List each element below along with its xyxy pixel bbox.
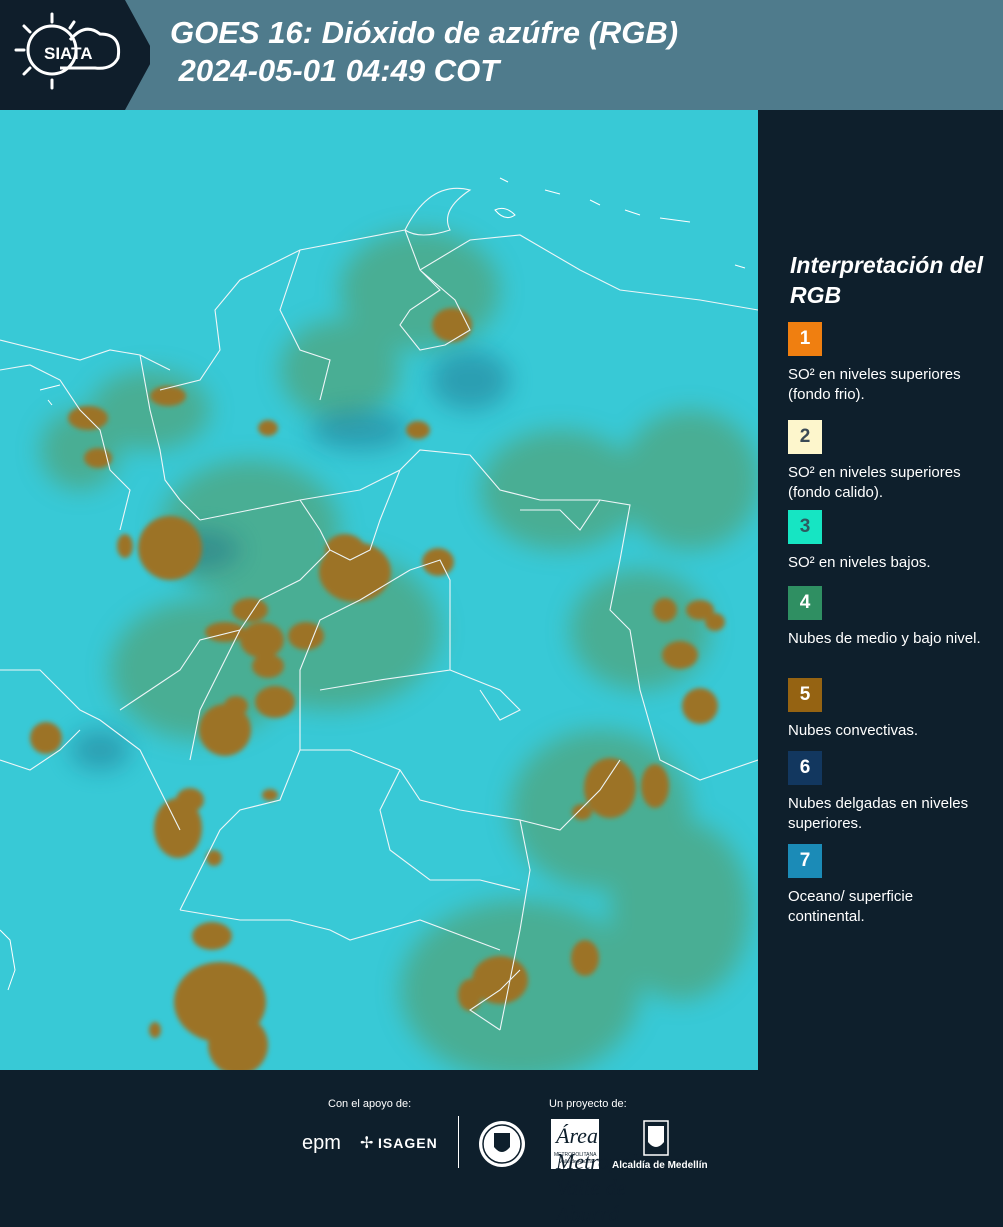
alcaldia-logo-text: Alcaldía de Medellín <box>612 1160 708 1171</box>
legend-label-2: SO² en niveles superiores (fondo calido)… <box>788 464 961 501</box>
legend-number-3: 3 <box>799 516 811 537</box>
legend-title: Interpretación del RGB <box>790 252 983 308</box>
legend-item-7: 7 Oceano/ superficie continental. <box>788 844 988 927</box>
legend-label-7: Oceano/ superficie continental. <box>788 888 914 925</box>
legend-swatch-4: 4 <box>788 586 822 620</box>
project-label: Un proyecto de: <box>549 1098 627 1110</box>
legend-label-6: Nubes delgadas en niveles superiores. <box>788 795 969 832</box>
legend-number-5: 5 <box>799 684 811 705</box>
legend-swatch-1: 1 <box>788 322 822 356</box>
legend-item-6: 6 Nubes delgadas en niveles superiores. <box>788 751 988 834</box>
footer: Con el apoyo de: Un proyecto de: epm ✢ I… <box>0 1070 1003 1226</box>
area-logo-small: METROPOLITANA <box>554 1152 597 1158</box>
legend-item-3: 3 SO² en niveles bajos. <box>788 510 988 573</box>
isagen-icon: ✢ <box>360 1135 374 1152</box>
legend-swatch-6: 6 <box>788 751 822 785</box>
header-bar: SIATA GOES 16: Dióxido de azúfre (RGB) 2… <box>0 0 1003 110</box>
satellite-map <box>0 110 758 1070</box>
epm-logo: epm <box>302 1132 341 1154</box>
legend-item-4: 4 Nubes de medio y bajo nivel. <box>788 586 988 649</box>
legend-item-5: 5 Nubes convectivas. <box>788 678 988 741</box>
legend-swatch-5: 5 <box>788 678 822 712</box>
legend-swatch-2: 2 <box>788 420 822 454</box>
logo-text: SIATA <box>44 44 93 63</box>
alcaldia-coat-of-arms-icon <box>643 1120 669 1156</box>
legend-swatch-7: 7 <box>788 844 822 878</box>
legend-label-3: SO² en niveles bajos. <box>788 554 931 571</box>
support-label: Con el apoyo de: <box>328 1098 412 1110</box>
legend-number-7: 7 <box>799 850 811 871</box>
map-image <box>0 110 758 1070</box>
legend-label-5: Nubes convectivas. <box>788 722 919 739</box>
legend-label-1: SO² en niveles superiores (fondo frio). <box>788 366 961 403</box>
legend-item-2: 2 SO² en niveles superiores (fondo calid… <box>788 420 988 503</box>
legend-swatch-3: 3 <box>788 510 822 544</box>
legend-label-4: Nubes de medio y bajo nivel. <box>788 630 981 647</box>
legend-number-4: 4 <box>799 592 811 613</box>
footer-divider <box>458 1116 459 1168</box>
page-title: GOES 16: Dióxido de azúfre (RGB) 2024-05… <box>170 15 679 88</box>
isagen-logo: ISAGEN <box>378 1135 438 1151</box>
area-logo-small2: Valle de Aburrá <box>559 1159 593 1165</box>
siata-logo: SIATA <box>0 0 150 110</box>
legend-panel: Interpretación del RGB 1 SO² en niveles … <box>758 110 1003 1070</box>
legend-number-2: 2 <box>799 426 811 447</box>
area-metropolitana-logo: Área Metropolitana Valle de Aburrá METRO… <box>551 1119 682 1226</box>
legend-number-1: 1 <box>799 328 811 349</box>
medellin-seal-icon <box>479 1121 525 1167</box>
legend-number-6: 6 <box>799 757 811 778</box>
legend-item-1: 1 SO² en niveles superiores (fondo frio)… <box>788 322 988 405</box>
